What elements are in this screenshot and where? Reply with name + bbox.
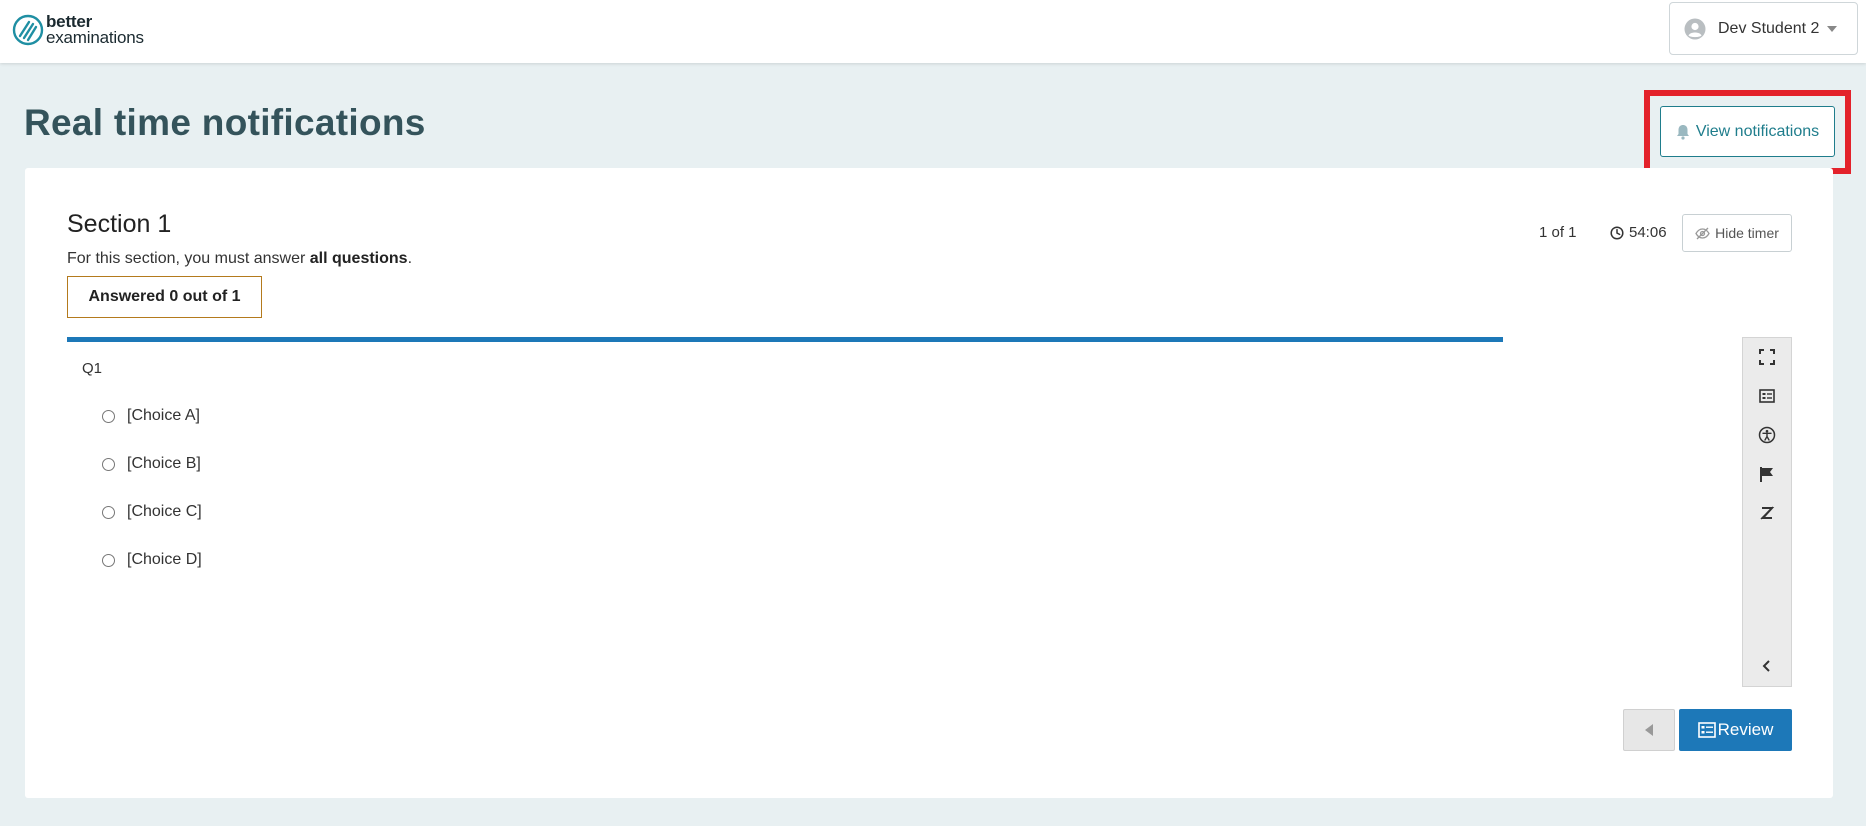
hide-timer-label: Hide timer: [1715, 225, 1779, 241]
user-menu-button[interactable]: Dev Student 2: [1669, 2, 1858, 55]
section-title: Section 1: [67, 210, 172, 238]
instruction-emphasis: all questions: [309, 250, 408, 267]
timer-value: 54:06: [1629, 224, 1667, 241]
collapse-chevron-icon[interactable]: [1755, 654, 1779, 678]
hide-timer-button[interactable]: Hide timer: [1682, 214, 1792, 252]
view-notifications-label: View notifications: [1695, 122, 1820, 140]
view-notifications-button[interactable]: View notifications: [1660, 106, 1835, 157]
page-title: Real time notifications: [24, 102, 426, 143]
choice-label: [Choice B]: [127, 455, 201, 472]
choice-label: [Choice D]: [127, 551, 202, 568]
section-instruction: For this section, you must answer all qu…: [67, 250, 412, 268]
choice-b[interactable]: [Choice B]: [102, 455, 201, 473]
choice-c[interactable]: [Choice C]: [102, 503, 202, 521]
clock-icon: [1610, 225, 1624, 240]
choice-label: [Choice C]: [127, 503, 202, 520]
eye-slash-icon: [1695, 227, 1710, 239]
caret-left-icon: [1645, 724, 1653, 736]
timer: 54:06: [1610, 224, 1667, 241]
exam-card: Section 1 For this section, you must ans…: [25, 168, 1833, 798]
radio-button[interactable]: [102, 553, 115, 567]
logo[interactable]: better examinations: [12, 13, 144, 47]
review-label: Review: [1717, 720, 1774, 739]
question-toolbar: [1742, 337, 1792, 687]
logo-text: better examinations: [46, 13, 144, 47]
top-bar: better examinations Dev Student 2: [0, 0, 1866, 63]
logo-line-2: examinations: [46, 28, 144, 47]
chevron-down-icon: [1827, 25, 1838, 32]
logo-mark-icon: [12, 14, 44, 46]
review-button[interactable]: Review: [1679, 709, 1792, 751]
accessibility-icon[interactable]: [1755, 423, 1779, 447]
question-label: Q1: [82, 360, 103, 377]
user-name: Dev Student 2: [1718, 19, 1820, 37]
review-list-icon: [1697, 722, 1716, 738]
answered-status-badge: Answered 0 out of 1: [67, 276, 262, 318]
radio-button[interactable]: [102, 505, 115, 519]
instruction-end: .: [407, 250, 413, 267]
review-list-icon[interactable]: [1755, 384, 1779, 408]
radio-button[interactable]: [102, 457, 115, 471]
choice-a[interactable]: [Choice A]: [102, 407, 200, 425]
flag-icon[interactable]: [1755, 462, 1779, 486]
radio-button[interactable]: [102, 409, 115, 423]
user-avatar-icon: [1684, 18, 1706, 39]
fullscreen-icon[interactable]: [1755, 345, 1779, 369]
instruction-text: For this section, you must answer: [67, 250, 310, 267]
choice-d[interactable]: [Choice D]: [102, 551, 202, 569]
page-indicator: 1 of 1: [1539, 224, 1577, 241]
strikethrough-icon[interactable]: [1755, 501, 1779, 525]
choice-label: [Choice A]: [127, 407, 200, 424]
previous-button[interactable]: [1623, 709, 1675, 751]
question-area: Q1 [Choice A] [Choice B] [Choice C] [Cho…: [67, 337, 1503, 687]
bell-icon: [1676, 124, 1689, 140]
